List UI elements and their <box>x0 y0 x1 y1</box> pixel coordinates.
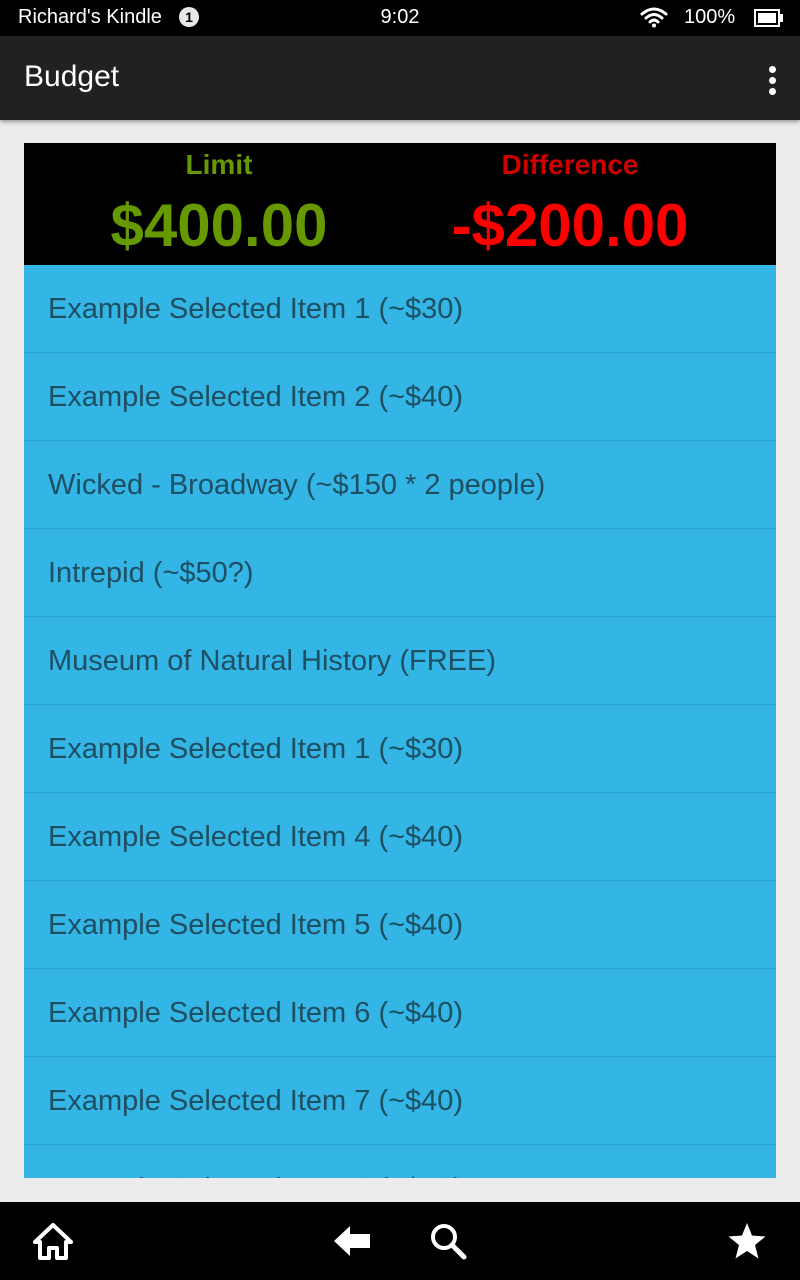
list-item[interactable]: Example Selected Item 1 (~$30) <box>24 705 776 793</box>
battery-percent: 100% <box>684 6 736 28</box>
difference-label: Difference <box>501 149 639 180</box>
list-item[interactable]: Museum of Natural History (FREE) <box>24 617 776 705</box>
selected-items-list[interactable]: Example Selected Item 1 (~$30) Example S… <box>24 265 776 1178</box>
limit-label: Limit <box>185 149 253 180</box>
list-item[interactable]: Example Selected Item 4 (~$40) <box>24 793 776 881</box>
difference-value: -$200.00 <box>451 192 689 259</box>
status-bar: Richard's Kindle 1 9:02 100% <box>0 0 800 36</box>
battery-icon <box>754 9 783 27</box>
back-icon[interactable] <box>332 1221 372 1261</box>
search-icon[interactable] <box>428 1221 468 1261</box>
list-item[interactable]: Example Selected Item 7 (~$40) <box>24 1057 776 1145</box>
navigation-bar <box>0 1202 800 1280</box>
overflow-menu-button[interactable] <box>756 60 790 100</box>
wifi-icon <box>640 7 668 28</box>
list-item[interactable]: Example Selected Item 8 (~$40) <box>24 1145 776 1178</box>
list-item[interactable]: Example Selected Item 6 (~$40) <box>24 969 776 1057</box>
status-time: 9:02 <box>380 6 420 28</box>
limit-value: $400.00 <box>110 192 328 259</box>
overflow-menu-icon <box>769 66 776 73</box>
list-item[interactable]: Example Selected Item 5 (~$40) <box>24 881 776 969</box>
list-item[interactable]: Intrepid (~$50?) <box>24 529 776 617</box>
list-item[interactable]: Wicked - Broadway (~$150 * 2 people) <box>24 441 776 529</box>
page-title: Budget <box>24 60 120 93</box>
list-item[interactable]: Example Selected Item 1 (~$30) <box>24 265 776 353</box>
action-bar: Budget <box>0 36 800 120</box>
budget-summary: Limit $400.00 Difference -$200.00 <box>24 143 776 265</box>
favorites-icon[interactable] <box>727 1221 767 1261</box>
home-icon[interactable] <box>33 1221 73 1261</box>
list-item[interactable]: Example Selected Item 2 (~$40) <box>24 353 776 441</box>
